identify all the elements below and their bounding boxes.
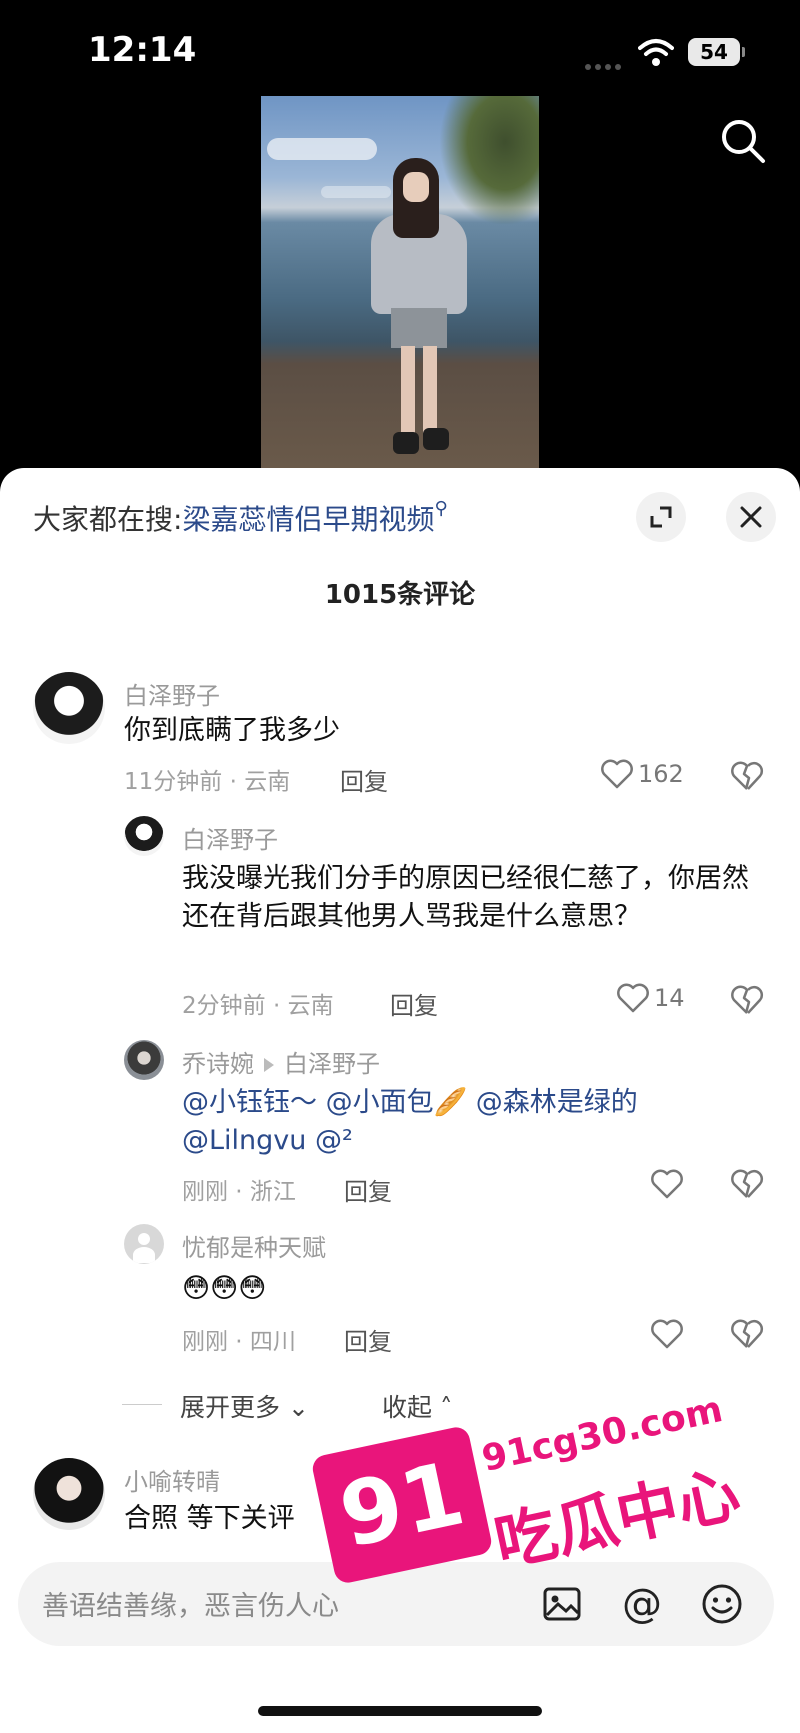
comment-username[interactable]: 小喻转晴 [124, 1462, 220, 1497]
reply-arrow-icon [264, 1058, 274, 1072]
reply-to-username[interactable]: 白泽野子 [284, 1050, 380, 1078]
comment-mentions-line2[interactable]: @Lilngvu @² [182, 1122, 762, 1160]
like-button[interactable]: 162 [600, 758, 684, 790]
collapse-button[interactable]: 收起 ˄ [382, 1388, 452, 1424]
comment-text: 我没曝光我们分手的原因已经很仁慈了，你居然还在背后跟其他男人骂我是什么意思？ [182, 863, 749, 932]
chevron-down-icon: ⌄ [280, 1393, 309, 1422]
avatar[interactable] [124, 1224, 164, 1264]
expand-more-button[interactable]: 展开更多 ⌄ [180, 1388, 309, 1424]
broken-heart-icon[interactable] [730, 984, 764, 1016]
trending-prefix: 大家都在搜: [33, 503, 183, 536]
fullscreen-button[interactable] [636, 492, 686, 542]
close-icon [740, 506, 762, 528]
video-player[interactable] [261, 96, 539, 468]
reply-button[interactable]: 回复 [390, 986, 438, 1021]
expand-icon [650, 506, 672, 528]
status-time: 12:14 [88, 30, 197, 70]
avatar[interactable] [33, 1458, 105, 1530]
home-indicator[interactable] [258, 1706, 542, 1716]
avatar[interactable] [124, 1040, 164, 1080]
broken-heart-icon[interactable] [730, 1318, 764, 1350]
magnifier-icon: ⚲ [434, 498, 448, 519]
comment-input[interactable]: 善语结善缘，恶言伤人心 @ [18, 1562, 774, 1646]
reply-button[interactable]: 回复 [344, 1172, 392, 1207]
trending-keyword[interactable]: 梁嘉蕊情侣早期视频 [182, 503, 434, 536]
search-icon[interactable] [718, 116, 768, 166]
heart-icon[interactable] [650, 1318, 684, 1350]
comment-count: 1015条评论 [324, 580, 476, 610]
close-button[interactable] [726, 492, 776, 542]
wifi-icon [638, 39, 674, 66]
comment-text: 合照 等下关评 [124, 1503, 295, 1534]
broken-heart-icon[interactable] [730, 1168, 764, 1200]
heart-icon [601, 759, 633, 789]
comment-text: 你到底瞒了我多少 [124, 715, 340, 746]
broken-heart-icon[interactable] [730, 760, 764, 792]
comment-username[interactable]: 白泽野子 [124, 676, 220, 711]
battery-indicator: 54 [688, 38, 745, 66]
reply-button[interactable]: 回复 [340, 762, 388, 797]
image-icon[interactable] [540, 1582, 584, 1626]
avatar[interactable] [124, 816, 164, 856]
comment-meta: 2分钟前 · 云南 [182, 993, 334, 1019]
screen: 12:14 54 大家都在搜:梁嘉蕊情侣早期视频⚲ 1015条评论 白泽野子 你… [0, 0, 800, 1733]
divider-line [122, 1404, 162, 1405]
like-count: 162 [638, 760, 684, 788]
avatar[interactable] [33, 672, 105, 744]
like-button[interactable]: 14 [616, 982, 685, 1014]
chevron-up-icon: ˄ [432, 1393, 453, 1422]
comment-text: 😳😳😳 [182, 1273, 267, 1304]
reply-button[interactable]: 回复 [344, 1322, 392, 1357]
comment-username-line: 乔诗婉 白泽野子 [182, 1044, 380, 1079]
trending-search[interactable]: 大家都在搜:梁嘉蕊情侣早期视频⚲ [33, 498, 448, 538]
comment-meta: 刚刚 · 四川 [182, 1329, 296, 1355]
expand-more-label: 展开更多 [180, 1393, 281, 1422]
collapse-label: 收起 [382, 1393, 433, 1422]
like-count: 14 [654, 984, 685, 1012]
comment-mentions-line1[interactable]: @小钰钰～ @小面包🥖 @森林是绿的 [182, 1084, 762, 1122]
signal-icon [585, 55, 625, 70]
comment-meta: 刚刚 · 浙江 [182, 1179, 296, 1205]
heart-icon[interactable] [650, 1168, 684, 1200]
comment-username[interactable]: 白泽野子 [182, 820, 278, 855]
comment-input-placeholder: 善语结善缘，恶言伤人心 [42, 1591, 339, 1622]
heart-icon [617, 983, 649, 1013]
mention-icon[interactable]: @ [620, 1582, 664, 1626]
emoji-icon[interactable] [700, 1582, 744, 1626]
comment-username[interactable]: 忧郁是种天赋 [182, 1228, 326, 1263]
comment-meta: 11分钟前 · 云南 [124, 769, 291, 795]
comment-username[interactable]: 乔诗婉 [182, 1050, 254, 1078]
